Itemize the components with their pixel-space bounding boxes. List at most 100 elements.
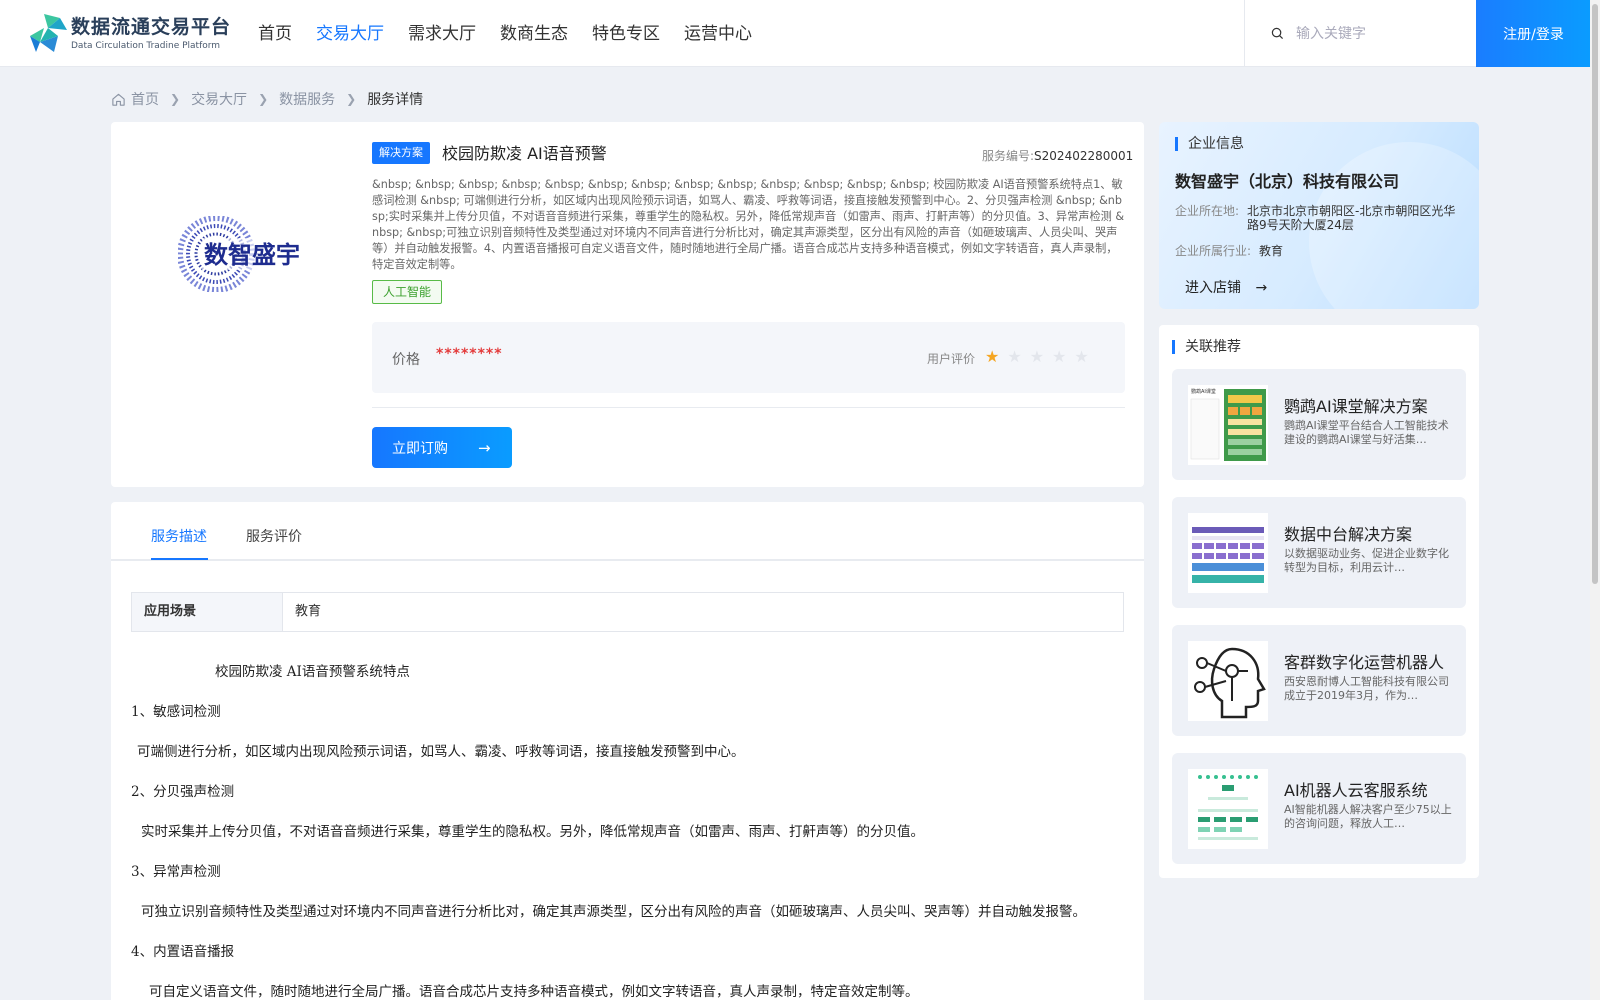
- rating-label: 用户评价: [927, 352, 976, 366]
- thumbnail-caption: 鹦鹉AI课堂: [1191, 388, 1216, 395]
- service-description: &nbsp; &nbsp; &nbsp; &nbsp; &nbsp; &nbsp…: [372, 178, 1125, 271]
- recommend-item[interactable]: 数据中台解决方案 以数据驱动业务、促进企业数字化转型为目标，利用云计…: [1172, 497, 1466, 608]
- chevron-right-icon: ❯: [346, 92, 357, 106]
- arrow-right-icon: →: [478, 438, 491, 457]
- search-input[interactable]: [1296, 25, 1466, 42]
- breadcrumb-trading-hall[interactable]: 交易大厅: [191, 89, 247, 109]
- star-icon: ★: [985, 347, 1000, 366]
- detail-heading: 校园防欺凌 AI语音预警系统特点: [215, 664, 410, 680]
- order-now-button[interactable]: 立即订购 →: [372, 427, 512, 468]
- star-icon: ★: [1029, 347, 1045, 366]
- price-panel: 价格 ******** 用户评价 ★ ★ ★ ★ ★: [372, 322, 1125, 393]
- order-now-label: 立即订购: [392, 440, 448, 457]
- breadcrumb-home[interactable]: 首页: [131, 89, 159, 109]
- arrow-right-icon: →: [1255, 280, 1268, 296]
- site-logo[interactable]: 数据流通交易平台 Data Circulation Tradine Platfo…: [30, 14, 231, 54]
- nav-demand-hall[interactable]: 需求大厅: [408, 22, 476, 46]
- recommend-desc: AI智能机器人解决客户至少75以上的咨询问题，释放人工…: [1284, 803, 1452, 830]
- recommend-title: 数据中台解决方案: [1284, 525, 1413, 544]
- detail-line: 1、敏感词检测: [131, 704, 221, 720]
- recommend-thumbnail: [1188, 513, 1268, 593]
- main-nav: 首页 交易大厅 需求大厅 数商生态 特色专区 运营中心: [258, 22, 776, 46]
- recommend-item[interactable]: AI机器人云客服系统 AI智能机器人解决客户至少75以上的咨询问题，释放人工…: [1172, 753, 1466, 864]
- enterprise-industry-row: 企业所属行业: 教育: [1175, 244, 1465, 258]
- rating-stars: ★ ★ ★ ★ ★: [985, 348, 1097, 366]
- service-number-value: S202402280001: [1034, 149, 1134, 163]
- detail-line: 可自定义语音文件，随时随地进行全局广播。语音合成芯片支持多种语音模式，例如文字转…: [149, 984, 919, 1000]
- nav-trading-hall[interactable]: 交易大厅: [316, 22, 384, 46]
- industry-value: 教育: [1259, 244, 1284, 258]
- tab-service-description[interactable]: 服务描述: [151, 526, 207, 546]
- service-title: 校园防欺凌 AI语音预警: [442, 144, 607, 163]
- recommend-title: 客群数字化运营机器人: [1284, 653, 1445, 672]
- enterprise-section-title: 企业信息: [1175, 137, 1244, 151]
- price-value: ********: [436, 346, 503, 362]
- enterprise-location-row: 企业所在地: 北京市北京市朝阳区-北京市朝阳区光华路9号天阶大厦24层: [1175, 204, 1465, 232]
- enter-shop-link[interactable]: 进入店铺 →: [1185, 277, 1267, 297]
- nav-home[interactable]: 首页: [258, 22, 292, 46]
- location-label: 企业所在地:: [1175, 204, 1240, 218]
- recommend-thumbnail: [1188, 641, 1268, 721]
- star-icon: ★: [1007, 347, 1022, 366]
- category-tag[interactable]: 人工智能: [372, 280, 443, 304]
- recommend-item[interactable]: 客群数字化运营机器人 西安恩耐博人工智能科技有限公司成立于2019年3月，作为…: [1172, 625, 1466, 736]
- breadcrumb-data-service[interactable]: 数据服务: [279, 89, 335, 109]
- detail-line: 可端侧进行分析，如区域内出现风险预示词语，如骂人、霸凌、呼救等词语，接直接触发预…: [137, 744, 745, 760]
- divider: [372, 407, 1125, 408]
- service-number-label: 服务编号:: [982, 149, 1035, 163]
- recommend-desc: 鹦鹉AI课堂平台结合人工智能技术建设的鹦鹉AI课堂与好活集…: [1284, 419, 1449, 446]
- search-icon[interactable]: [1271, 27, 1284, 40]
- service-number: 服务编号:S202402280001: [982, 147, 1133, 164]
- recommend-thumbnail: [1188, 769, 1268, 849]
- home-icon: [112, 93, 125, 106]
- active-tab-indicator: [151, 558, 208, 560]
- scene-label: 应用场景: [132, 593, 282, 631]
- detail-line: 可独立识别音频特性及类型通过对环境内不同声音进行分析比对，确定其声源类型，区分出…: [141, 904, 1086, 920]
- company-logo-text: 数智盛宇: [204, 241, 300, 269]
- breadcrumb: 首页 ❯ 交易大厅 ❯ 数据服务 ❯ 服务详情: [111, 89, 423, 109]
- detail-tabs: 服务描述 服务评价: [111, 502, 1144, 561]
- recommend-section-title: 关联推荐: [1172, 340, 1241, 354]
- star-icon: ★: [1074, 347, 1089, 366]
- page-scrollbar[interactable]: [1590, 0, 1600, 1000]
- enterprise-info-card: 企业信息 数智盛宇（北京）科技有限公司 企业所在地: 北京市北京市朝阳区-北京市…: [1159, 122, 1479, 309]
- service-detail-body: 校园防欺凌 AI语音预警系统特点 1、敏感词检测 可端侧进行分析，如区域内出现风…: [131, 662, 1131, 1000]
- tab-service-reviews[interactable]: 服务评价: [246, 526, 302, 546]
- logo-text: 数据流通交易平台 Data Circulation Tradine Platfo…: [71, 16, 231, 52]
- location-value: 北京市北京市朝阳区-北京市朝阳区光华路9号天阶大厦24层: [1247, 204, 1456, 232]
- search-box: [1244, 0, 1476, 67]
- detail-line: 2、分贝强声检测: [131, 784, 235, 800]
- detail-line: 3、异常声检测: [131, 864, 221, 880]
- logo-mark-icon: [30, 14, 67, 52]
- scene-value: 教育: [282, 593, 1123, 631]
- recommend-desc: 西安恩耐博人工智能科技有限公司成立于2019年3月，作为…: [1284, 675, 1449, 702]
- logo-title: 数据流通交易平台: [71, 16, 232, 38]
- price-label: 价格: [392, 352, 420, 368]
- company-logo-image: 数智盛宇: [178, 216, 310, 292]
- nav-operations[interactable]: 运营中心: [684, 22, 752, 46]
- nav-special-zone[interactable]: 特色专区: [592, 22, 660, 46]
- recommend-title: AI机器人云客服系统: [1284, 781, 1428, 800]
- recommend-thumbnail: 鹦鹉AI课堂: [1188, 385, 1268, 465]
- logo-subtitle: Data Circulation Tradine Platform: [71, 41, 221, 51]
- recommend-desc: 以数据驱动业务、促进企业数字化转型为目标，利用云计…: [1284, 547, 1449, 574]
- detail-line: 4、内置语音播报: [131, 944, 235, 960]
- service-detail-card: 服务描述 服务评价 应用场景 教育 校园防欺凌 AI语音预警系统特点 1、敏感词…: [111, 502, 1144, 1000]
- top-header: 数据流通交易平台 Data Circulation Tradine Platfo…: [0, 0, 1591, 67]
- enterprise-name: 数智盛宇（北京）科技有限公司: [1175, 172, 1400, 191]
- star-icon: ★: [1052, 347, 1067, 366]
- recommend-item[interactable]: 鹦鹉AI课堂 鹦鹉AI课堂解决方案 鹦鹉AI课堂平台结合人工智能技术建设的鹦鹉A…: [1172, 369, 1466, 480]
- recommend-title: 鹦鹉AI课堂解决方案: [1284, 397, 1428, 416]
- solution-type-tag: 解决方案: [372, 142, 430, 164]
- industry-label: 企业所属行业:: [1175, 244, 1252, 258]
- chevron-right-icon: ❯: [170, 92, 181, 106]
- chevron-right-icon: ❯: [258, 92, 269, 106]
- application-scene-table: 应用场景 教育: [131, 592, 1124, 632]
- login-register-button[interactable]: 注册/登录: [1476, 0, 1591, 67]
- nav-ecosystem[interactable]: 数商生态: [500, 22, 568, 46]
- enter-shop-label: 进入店铺: [1185, 280, 1241, 296]
- related-recommend-card: 关联推荐 鹦鹉AI课堂 鹦鹉AI课堂解决方案 鹦鹉AI课堂平台结合人工智能技术建…: [1159, 325, 1479, 878]
- scrollbar-thumb[interactable]: [1592, 4, 1598, 584]
- detail-line: 实时采集并上传分贝值，不对语音音频进行采集，尊重学生的隐私权。另外，降低常规声音…: [141, 824, 924, 840]
- breadcrumb-current: 服务详情: [367, 92, 424, 108]
